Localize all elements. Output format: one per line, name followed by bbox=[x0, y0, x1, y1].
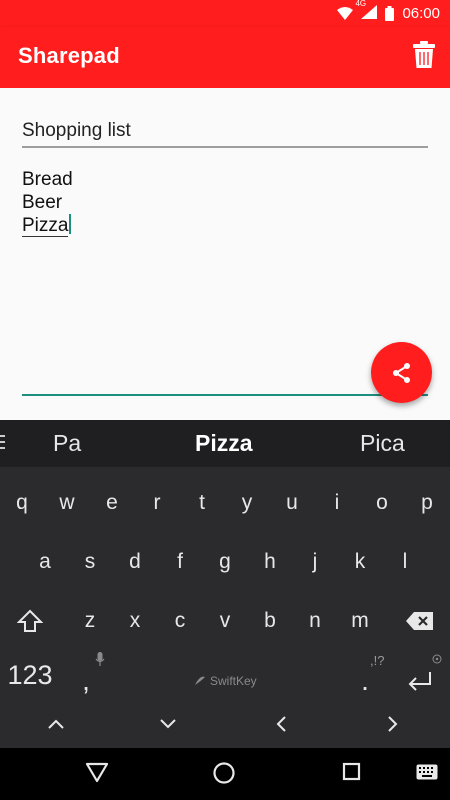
spacebar[interactable]: SwiftKey bbox=[193, 674, 257, 688]
text-cursor bbox=[69, 214, 72, 234]
key-d[interactable]: d bbox=[113, 542, 157, 582]
arrow-right-icon bbox=[388, 716, 398, 732]
shift-key[interactable] bbox=[8, 601, 52, 641]
menu-icon[interactable] bbox=[0, 433, 6, 451]
arrow-down-icon bbox=[160, 719, 176, 729]
key-z[interactable]: z bbox=[68, 601, 112, 641]
enter-icon bbox=[408, 672, 431, 691]
spacebar-brand: SwiftKey bbox=[210, 674, 257, 688]
arrow-up-icon bbox=[48, 719, 64, 729]
shift-icon bbox=[16, 609, 44, 632]
home-icon bbox=[213, 762, 235, 784]
note-line-current: Pizza bbox=[22, 214, 428, 237]
key-u[interactable]: u bbox=[270, 483, 314, 523]
key-q[interactable]: q bbox=[0, 483, 44, 523]
battery-icon bbox=[385, 6, 395, 21]
recents-icon bbox=[342, 762, 361, 781]
note-body-field[interactable]: Bread Beer Pizza bbox=[22, 168, 428, 396]
share-icon bbox=[392, 362, 410, 383]
key-f[interactable]: f bbox=[158, 542, 202, 582]
app-title: Sharepad bbox=[18, 43, 120, 68]
key-v[interactable]: v bbox=[203, 601, 247, 641]
navigation-bar bbox=[0, 748, 450, 800]
wifi-icon bbox=[337, 6, 354, 20]
backspace-key[interactable] bbox=[398, 601, 442, 641]
cursor-up-key[interactable] bbox=[34, 704, 78, 744]
key-t[interactable]: t bbox=[180, 483, 224, 523]
note-title-text: Shopping list bbox=[22, 120, 131, 141]
suggestion-center[interactable]: Pizza bbox=[195, 430, 253, 457]
key-k[interactable]: k bbox=[338, 542, 382, 582]
cursor-right-key[interactable] bbox=[371, 704, 415, 744]
arrow-left-icon bbox=[276, 716, 286, 732]
key-b[interactable]: b bbox=[248, 601, 292, 641]
home-button[interactable] bbox=[211, 760, 239, 788]
back-button[interactable] bbox=[84, 760, 112, 788]
key-r[interactable]: r bbox=[135, 483, 179, 523]
app-bar: Sharepad bbox=[0, 27, 450, 88]
cursor-left-key[interactable] bbox=[259, 704, 303, 744]
numbers-key[interactable]: 123 bbox=[2, 653, 58, 697]
network-type: 4G bbox=[355, 0, 367, 8]
note-line: Bread bbox=[22, 169, 73, 190]
back-icon bbox=[85, 762, 109, 783]
status-bar: 4G 06:00 bbox=[0, 0, 450, 27]
key-x[interactable]: x bbox=[113, 601, 157, 641]
period-key[interactable]: . bbox=[343, 661, 387, 701]
swiftkey-logo-icon bbox=[195, 676, 205, 685]
suggestion-bar: Pa Pizza Pica bbox=[0, 420, 450, 467]
key-o[interactable]: o bbox=[360, 483, 404, 523]
cursor-down-key[interactable] bbox=[146, 704, 190, 744]
key-i[interactable]: i bbox=[315, 483, 359, 523]
keyboard-switch-button[interactable] bbox=[416, 764, 444, 792]
key-m[interactable]: m bbox=[338, 601, 382, 641]
recents-button[interactable] bbox=[340, 760, 368, 788]
comma-key[interactable]: , bbox=[64, 661, 108, 701]
suggestion-right[interactable]: Pica bbox=[360, 430, 405, 457]
key-c[interactable]: c bbox=[158, 601, 202, 641]
backspace-icon bbox=[406, 612, 433, 630]
trash-icon bbox=[413, 41, 435, 68]
delete-button[interactable] bbox=[412, 41, 436, 71]
key-p[interactable]: p bbox=[405, 483, 449, 523]
key-j[interactable]: j bbox=[293, 542, 337, 582]
suggestion-left[interactable]: Pa bbox=[53, 430, 81, 457]
keyboard: Pa Pizza Pica q w e r t y u i o p a s d … bbox=[0, 420, 450, 748]
key-w[interactable]: w bbox=[45, 483, 89, 523]
status-time: 06:00 bbox=[402, 5, 440, 22]
key-y[interactable]: y bbox=[225, 483, 269, 523]
key-l[interactable]: l bbox=[383, 542, 427, 582]
composing-word: Pizza bbox=[22, 215, 69, 237]
key-h[interactable]: h bbox=[248, 542, 292, 582]
key-a[interactable]: a bbox=[23, 542, 67, 582]
enter-key[interactable] bbox=[398, 661, 442, 701]
note-line: Beer bbox=[22, 192, 63, 213]
share-button[interactable] bbox=[371, 342, 432, 403]
signal-icon: 4G bbox=[355, 0, 378, 23]
key-e[interactable]: e bbox=[90, 483, 134, 523]
key-n[interactable]: n bbox=[293, 601, 337, 641]
note-title-field[interactable]: Shopping list bbox=[22, 116, 428, 148]
key-s[interactable]: s bbox=[68, 542, 112, 582]
key-g[interactable]: g bbox=[203, 542, 247, 582]
keyboard-icon bbox=[416, 764, 438, 780]
